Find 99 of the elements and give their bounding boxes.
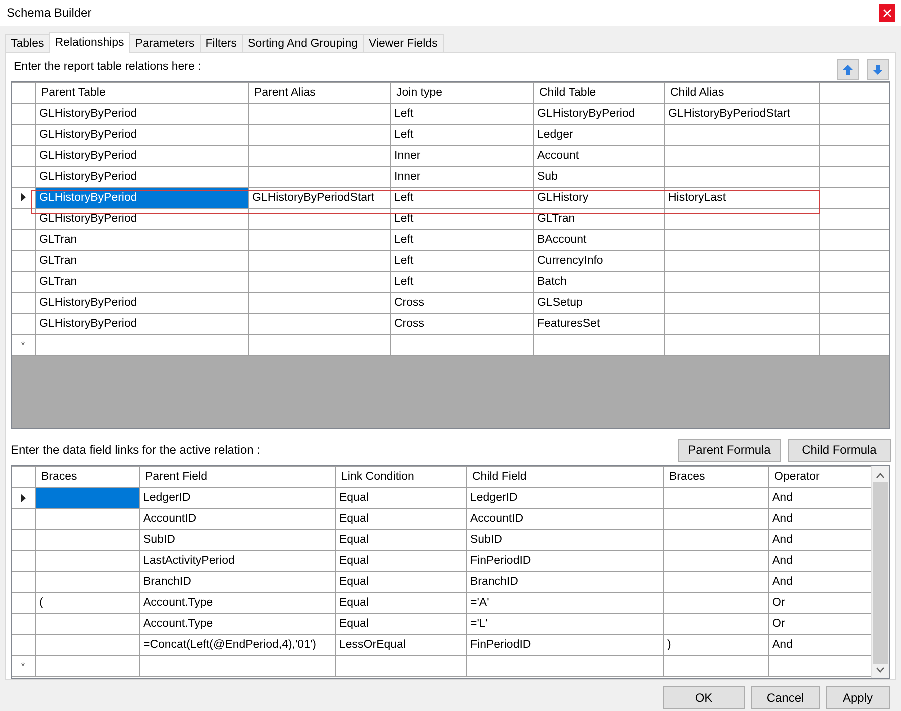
column-header[interactable]: Child Field xyxy=(466,466,663,488)
table-cell: GLHistoryByPeriod xyxy=(35,166,248,188)
table-cell: Left xyxy=(390,124,533,146)
table-cell: Equal xyxy=(335,550,466,572)
table-cell: SubID xyxy=(466,530,663,551)
vertical-scrollbar[interactable] xyxy=(871,466,889,678)
table-cell: GLHistoryByPeriod xyxy=(35,103,248,124)
table-cell: LessOrEqual xyxy=(335,634,466,656)
table-cell: Batch xyxy=(533,271,664,292)
table-cell: Equal xyxy=(335,614,466,635)
formula-button[interactable]: Parent Formula xyxy=(678,438,781,462)
tab[interactable]: Viewer Fields xyxy=(363,34,444,52)
tab[interactable]: Sorting And Grouping xyxy=(242,34,364,52)
column-header[interactable]: Parent Field xyxy=(139,466,335,488)
dialog-button[interactable]: Cancel xyxy=(751,686,820,709)
table-cell: Left xyxy=(390,208,533,230)
row-pointer-icon xyxy=(20,193,26,202)
table-cell: Left xyxy=(390,229,533,250)
table-cell: GLHistoryByPeriodStart xyxy=(664,103,819,124)
table-cell: HistoryLast xyxy=(664,187,819,208)
tab[interactable]: Relationships xyxy=(49,32,130,53)
table-cell: AccountID xyxy=(139,508,335,530)
move-down-button[interactable] xyxy=(867,59,889,80)
table-cell: GLHistoryByPeriod xyxy=(35,124,248,146)
column-header[interactable]: Child Table xyxy=(533,82,664,104)
table-cell: Left xyxy=(390,250,533,272)
table-cell: GLTran xyxy=(35,250,248,272)
section-prompt: Enter the data field links for the active relation : xyxy=(11,443,260,458)
table-cell: GLHistory xyxy=(533,187,664,208)
new-row-marker: * xyxy=(21,340,25,350)
table-cell: Left xyxy=(390,103,533,124)
table-cell: BranchID xyxy=(139,572,335,593)
column-header[interactable]: Link Condition xyxy=(335,466,466,488)
table-cell: FeaturesSet xyxy=(533,313,664,334)
arrow-up-icon xyxy=(843,64,853,75)
table-cell: GLSetup xyxy=(533,292,664,314)
column-header[interactable]: Braces xyxy=(35,466,139,488)
table-cell: LedgerID xyxy=(139,488,335,509)
table-cell: Inner xyxy=(390,166,533,188)
table-cell: Left xyxy=(390,187,533,208)
table-cell: GLHistoryByPeriod xyxy=(533,103,664,124)
table-cell: ='L' xyxy=(466,614,663,635)
table-cell: LedgerID xyxy=(466,488,663,509)
table-cell: BAccount xyxy=(533,229,664,250)
formula-button[interactable]: Child Formula xyxy=(788,438,891,462)
column-header[interactable]: Child Alias xyxy=(664,82,819,104)
table-cell: Inner xyxy=(390,145,533,166)
column-header[interactable]: Parent Table xyxy=(35,82,248,104)
column-header[interactable]: Braces xyxy=(663,466,768,488)
table-cell: GLHistoryByPeriod xyxy=(35,145,248,166)
close-icon xyxy=(882,8,892,18)
relations-grid[interactable] xyxy=(11,80,890,429)
table-cell: ) xyxy=(663,634,768,656)
dialog-button[interactable]: OK xyxy=(663,686,745,709)
table-cell: Equal xyxy=(335,530,466,551)
table-cell: Left xyxy=(390,271,533,292)
new-row-marker: * xyxy=(21,661,25,672)
table-cell: GLTran xyxy=(35,229,248,250)
table-cell: GLTran xyxy=(533,208,664,230)
column-header[interactable]: Parent Alias xyxy=(248,82,390,104)
table-cell: Equal xyxy=(335,572,466,593)
scroll-down-icon[interactable] xyxy=(876,666,885,674)
table-cell: Equal xyxy=(335,508,466,530)
table-cell: Ledger xyxy=(533,124,664,146)
table-cell: GLHistoryByPeriod xyxy=(35,187,248,208)
table-cell: GLHistoryByPeriodStart xyxy=(248,187,390,208)
table-cell: Account.Type xyxy=(139,592,335,614)
table-cell: Sub xyxy=(533,166,664,188)
table-cell: =Concat(Left(@EndPeriod,4),'01') xyxy=(139,634,335,656)
field-links-grid[interactable] xyxy=(11,465,890,679)
table-cell: Cross xyxy=(390,292,533,314)
table-cell: AccountID xyxy=(466,508,663,530)
table-cell: FinPeriodID xyxy=(466,550,663,572)
table-cell: FinPeriodID xyxy=(466,634,663,656)
table-cell: Cross xyxy=(390,313,533,334)
table-cell: BranchID xyxy=(466,572,663,593)
table-cell: ( xyxy=(35,592,139,614)
table-cell: Account.Type xyxy=(139,614,335,635)
tab[interactable]: Tables xyxy=(5,34,50,52)
column-header[interactable]: Join type xyxy=(390,82,533,104)
window-title: Schema Builder xyxy=(7,6,92,20)
table-cell: ='A' xyxy=(466,592,663,614)
table-cell: CurrencyInfo xyxy=(533,250,664,272)
table-cell: Account xyxy=(533,145,664,166)
close-button[interactable] xyxy=(879,4,895,22)
table-cell: Equal xyxy=(335,592,466,614)
table-cell: GLHistoryByPeriod xyxy=(35,208,248,230)
table-cell: GLHistoryByPeriod xyxy=(35,313,248,334)
table-cell: Equal xyxy=(335,488,466,509)
table-cell: LastActivityPeriod xyxy=(139,550,335,572)
row-pointer-icon xyxy=(20,494,26,503)
arrow-down-icon xyxy=(873,64,883,75)
table-cell: GLTran xyxy=(35,271,248,292)
section-prompt: Enter the report table relations here : xyxy=(13,60,202,73)
table-cell: SubID xyxy=(139,530,335,551)
table-cell: GLHistoryByPeriod xyxy=(35,292,248,314)
move-up-button[interactable] xyxy=(837,59,859,80)
scroll-up-icon[interactable] xyxy=(876,472,885,480)
dialog-button[interactable]: Apply xyxy=(826,686,890,709)
